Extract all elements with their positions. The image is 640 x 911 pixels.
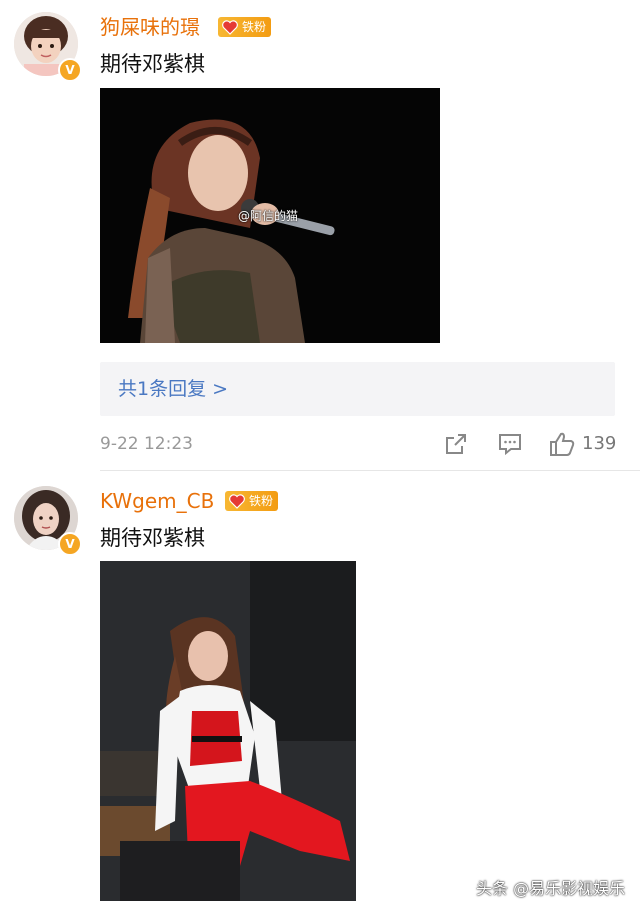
verified-badge: V	[58, 58, 82, 82]
share-icon[interactable]	[444, 432, 468, 456]
fan-badge: 铁粉	[218, 17, 272, 37]
username[interactable]: KWgem_CB	[100, 489, 214, 513]
fan-badge-label: 铁粉	[249, 494, 274, 508]
thumbs-up-icon[interactable]	[549, 431, 575, 457]
username[interactable]: 狗屎味的璟	[100, 15, 200, 39]
fan-badge-label: 铁粉	[242, 20, 267, 34]
comment-icon[interactable]	[498, 432, 522, 456]
reply-box[interactable]: 共1条回复 >	[100, 362, 615, 416]
timestamp: 9-22 12:23	[100, 434, 193, 454]
comment-photo[interactable]	[100, 561, 356, 901]
verified-badge: V	[58, 532, 82, 556]
comment-text: 期待邓紫棋	[100, 52, 205, 76]
like-count: 139	[582, 433, 617, 454]
footer-watermark: 头条 @易乐影视娱乐	[476, 879, 626, 898]
fan-badge: 铁粉	[225, 491, 279, 511]
heart-icon	[229, 494, 245, 509]
heart-icon	[222, 20, 238, 35]
comment-divider	[100, 470, 640, 471]
comment-text: 期待邓紫棋	[100, 526, 205, 550]
image-watermark: @阿信的猫	[238, 209, 299, 223]
view-replies-link[interactable]: 共1条回复 >	[118, 377, 228, 401]
